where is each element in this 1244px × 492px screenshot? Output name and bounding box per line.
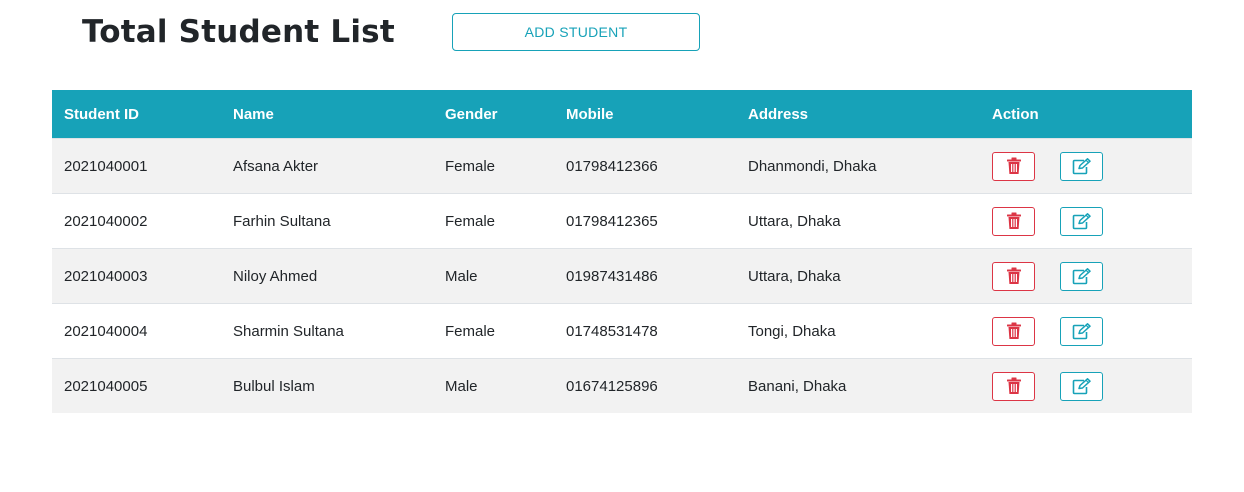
edit-button[interactable]: [1060, 316, 1104, 346]
trash-icon: [1006, 212, 1022, 230]
cell-gender: Female: [433, 193, 554, 249]
delete-button[interactable]: [992, 151, 1035, 181]
table-body: 2021040001 Afsana Akter Female 017984123…: [52, 138, 1192, 413]
trash-icon: [1006, 322, 1022, 340]
edit-icon: [1072, 377, 1092, 395]
table-row[interactable]: 2021040004 Sharmin Sultana Female 017485…: [52, 303, 1192, 359]
cell-name: Afsana Akter: [221, 138, 433, 194]
cell-gender: Male: [433, 248, 554, 304]
cell-mobile: 01748531478: [554, 303, 736, 359]
edit-button[interactable]: [1060, 261, 1104, 291]
edit-icon: [1072, 267, 1092, 285]
column-header-gender[interactable]: Gender: [433, 90, 554, 139]
table-row[interactable]: 2021040002 Farhin Sultana Female 0179841…: [52, 193, 1192, 249]
cell-mobile: 01798412366: [554, 138, 736, 194]
edit-button[interactable]: [1060, 371, 1104, 401]
cell-mobile: 01798412365: [554, 193, 736, 249]
column-header-student-id[interactable]: Student ID: [52, 90, 221, 139]
edit-icon: [1072, 212, 1092, 230]
trash-icon: [1006, 157, 1022, 175]
delete-button[interactable]: [992, 371, 1035, 401]
column-header-name[interactable]: Name: [221, 90, 433, 139]
edit-button[interactable]: [1060, 151, 1104, 181]
page-title: Total Student List: [82, 14, 395, 50]
cell-name: Sharmin Sultana: [221, 303, 433, 359]
cell-address: Tongi, Dhaka: [736, 303, 980, 359]
cell-action: [980, 248, 1192, 304]
trash-icon: [1006, 377, 1022, 395]
cell-action: [980, 303, 1192, 359]
cell-action: [980, 358, 1192, 413]
cell-name: Farhin Sultana: [221, 193, 433, 249]
cell-student-id: 2021040001: [52, 138, 221, 194]
cell-gender: Female: [433, 138, 554, 194]
table-header: Student ID Name Gender Mobile Address Ac…: [52, 90, 1192, 139]
cell-name: Niloy Ahmed: [221, 248, 433, 304]
column-header-action: Action: [980, 90, 1192, 139]
cell-action: [980, 138, 1192, 194]
edit-icon: [1072, 322, 1092, 340]
edit-button[interactable]: [1060, 206, 1104, 236]
cell-mobile: 01674125896: [554, 358, 736, 413]
cell-student-id: 2021040003: [52, 248, 221, 304]
student-table: Student ID Name Gender Mobile Address Ac…: [52, 90, 1192, 413]
table-row[interactable]: 2021040001 Afsana Akter Female 017984123…: [52, 138, 1192, 194]
cell-mobile: 01987431486: [554, 248, 736, 304]
delete-button[interactable]: [992, 316, 1035, 346]
edit-icon: [1072, 157, 1092, 175]
column-header-mobile[interactable]: Mobile: [554, 90, 736, 139]
delete-button[interactable]: [992, 261, 1035, 291]
add-student-button[interactable]: ADD STUDENT: [452, 13, 700, 51]
cell-address: Uttara, Dhaka: [736, 193, 980, 249]
table-row[interactable]: 2021040005 Bulbul Islam Male 01674125896…: [52, 358, 1192, 413]
cell-student-id: 2021040002: [52, 193, 221, 249]
cell-gender: Male: [433, 358, 554, 413]
cell-gender: Female: [433, 303, 554, 359]
cell-address: Uttara, Dhaka: [736, 248, 980, 304]
cell-student-id: 2021040004: [52, 303, 221, 359]
column-header-address[interactable]: Address: [736, 90, 980, 139]
cell-address: Dhanmondi, Dhaka: [736, 138, 980, 194]
table-row[interactable]: 2021040003 Niloy Ahmed Male 01987431486 …: [52, 248, 1192, 304]
cell-action: [980, 193, 1192, 249]
trash-icon: [1006, 267, 1022, 285]
cell-name: Bulbul Islam: [221, 358, 433, 413]
cell-student-id: 2021040005: [52, 358, 221, 413]
cell-address: Banani, Dhaka: [736, 358, 980, 413]
delete-button[interactable]: [992, 206, 1035, 236]
